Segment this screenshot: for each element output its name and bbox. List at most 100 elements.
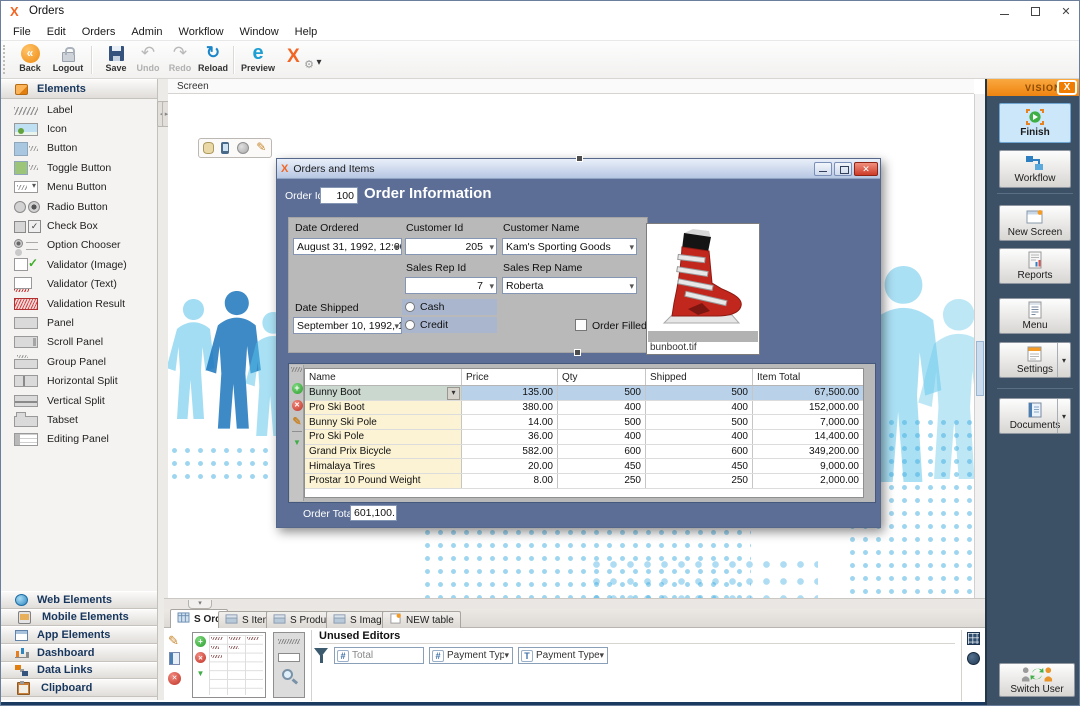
table-view-icon[interactable] xyxy=(967,632,980,645)
delete-row-icon[interactable] xyxy=(292,400,303,411)
move-down-icon[interactable] xyxy=(292,437,303,448)
palette-item-button[interactable]: Button xyxy=(1,139,157,158)
palette-item-label[interactable]: Label xyxy=(1,100,157,119)
switch-user-button[interactable]: Switch User xyxy=(999,663,1075,697)
grid-row[interactable]: Bunny Ski Pole14.005005007,000.00 xyxy=(305,415,863,430)
palette-section-app-elements[interactable]: App Elements xyxy=(1,626,157,644)
grid-row[interactable]: Pro Ski Boot380.00400400152,000.00 xyxy=(305,401,863,416)
pencil-icon[interactable] xyxy=(256,142,267,154)
collapse-panel-icon[interactable] xyxy=(188,600,212,609)
product-image-panel[interactable]: bunboot.tif xyxy=(646,223,760,355)
resize-handle[interactable] xyxy=(574,349,581,356)
credit-radio[interactable]: Credit xyxy=(402,317,497,333)
grid-row[interactable]: Himalaya Tires20.004504509,000.00 xyxy=(305,459,863,474)
dropdown-arrow-icon[interactable] xyxy=(1057,343,1070,377)
palette-item-radio-button[interactable]: Radio Button xyxy=(1,197,157,216)
dialog-close-button[interactable] xyxy=(854,162,878,176)
vision-button-new-screen[interactable]: New Screen xyxy=(999,205,1071,241)
bottom-splitter[interactable] xyxy=(164,598,985,609)
customer-name-combo[interactable]: Kam's Sporting Goods xyxy=(502,238,637,255)
palette-item-horizontal-split[interactable]: Horizontal Split xyxy=(1,371,157,390)
web-view-icon[interactable] xyxy=(967,652,980,665)
unused-editor-payment-type-id[interactable]: #Payment Type Id xyxy=(429,647,513,664)
palette-section-dashboard[interactable]: Dashboard xyxy=(1,644,157,662)
sales-rep-id-combo[interactable]: 7 xyxy=(405,277,497,294)
edit-row-icon[interactable] xyxy=(292,417,303,428)
menu-orders[interactable]: Orders xyxy=(74,26,124,38)
palette-item-option-chooser[interactable]: Option Chooser xyxy=(1,236,157,255)
grid-row[interactable]: Prostar 10 Pound Weight8.002502502,000.0… xyxy=(305,474,863,489)
palette-section-web-elements[interactable]: Web Elements xyxy=(1,591,157,609)
customer-id-combo[interactable]: 205 xyxy=(405,238,497,255)
cash-radio[interactable]: Cash xyxy=(402,299,497,315)
grid-row[interactable]: Pro Ski Pole36.0040040014,400.00 xyxy=(305,430,863,445)
vision-button-workflow[interactable]: Workflow xyxy=(999,150,1071,188)
minimize-button[interactable] xyxy=(989,1,1019,23)
back-button[interactable]: Back xyxy=(11,43,49,73)
vision-header[interactable]: VISION X xyxy=(987,79,1080,96)
canvas-vertical-scrollbar[interactable] xyxy=(974,94,985,598)
table-preview-widget[interactable] xyxy=(192,632,266,698)
palette-item-menu-button[interactable]: Menu Button xyxy=(1,178,157,197)
menu-workflow[interactable]: Workflow xyxy=(171,26,232,38)
palette-item-panel[interactable]: Panel xyxy=(1,313,157,332)
palette-item-editing-panel[interactable]: Editing Panel xyxy=(1,430,157,449)
palette-header-elements[interactable]: Elements xyxy=(1,79,157,99)
order-filled-checkbox[interactable] xyxy=(575,319,587,331)
vision-button-documents[interactable]: Documents xyxy=(999,398,1071,434)
dialog-maximize-button[interactable] xyxy=(834,162,852,176)
date-shipped-combo[interactable]: September 10, 1992, 1 xyxy=(293,317,402,334)
menu-edit[interactable]: Edit xyxy=(39,26,74,38)
screen-tab-bar[interactable]: Screen xyxy=(168,79,974,94)
date-ordered-combo[interactable]: August 31, 1992, 12:00 xyxy=(293,238,402,255)
palette-item-vertical-split[interactable]: Vertical Split xyxy=(1,391,157,410)
vision-button-settings[interactable]: Settings xyxy=(999,342,1071,378)
delete-icon[interactable] xyxy=(195,652,206,663)
remove-icon[interactable] xyxy=(168,672,181,685)
menu-admin[interactable]: Admin xyxy=(123,26,170,38)
close-button[interactable] xyxy=(1051,1,1080,23)
insert-icon[interactable] xyxy=(195,668,206,679)
notebook-icon[interactable] xyxy=(169,652,180,665)
globe-icon[interactable] xyxy=(237,142,249,154)
menu-help[interactable]: Help xyxy=(287,26,326,38)
order-total-input[interactable]: 601,100. xyxy=(350,505,397,521)
order-id-input[interactable]: 100 xyxy=(320,187,358,204)
vision-button-reports[interactable]: Reports xyxy=(999,248,1071,284)
maximize-button[interactable] xyxy=(1020,1,1050,23)
grid-row[interactable]: Grand Prix Bicycle582.00600600349,200.00 xyxy=(305,445,863,460)
reload-button[interactable]: Reload xyxy=(194,43,232,73)
preview-button[interactable]: Preview xyxy=(239,43,277,73)
vision-button-finish[interactable]: Finish xyxy=(999,103,1071,143)
palette-item-validator-text[interactable]: Validator (Text) xyxy=(1,275,157,294)
tab-new-table[interactable]: NEW table xyxy=(382,611,461,628)
palette-item-icon[interactable]: Icon xyxy=(1,119,157,138)
menu-file[interactable]: File xyxy=(5,26,39,38)
add-row-icon[interactable] xyxy=(292,383,303,394)
sales-rep-name-combo[interactable]: Roberta xyxy=(502,277,637,294)
palette-item-validator-image[interactable]: Validator (Image) xyxy=(1,255,157,274)
palette-item-group-panel[interactable]: Group Panel xyxy=(1,352,157,371)
palette-section-data-links[interactable]: Data Links xyxy=(1,662,157,680)
palette-item-toggle-button[interactable]: Toggle Button xyxy=(1,158,157,177)
add-icon[interactable] xyxy=(195,636,206,647)
dropdown-arrow-icon[interactable] xyxy=(1057,399,1070,433)
unused-editor-total[interactable]: #Total xyxy=(334,647,424,664)
palette-section-clipboard[interactable]: Clipboard xyxy=(1,679,157,697)
brand-dropdown-button[interactable] xyxy=(311,52,327,72)
phone-icon[interactable] xyxy=(221,142,229,154)
palette-section-mobile-elements[interactable]: Mobile Elements xyxy=(1,609,157,627)
edit-icon[interactable] xyxy=(168,632,182,646)
vision-button-menu[interactable]: Menu xyxy=(999,298,1071,334)
database-icon[interactable] xyxy=(203,142,214,154)
logout-button[interactable]: Logout xyxy=(49,43,87,73)
editor-preview-widget[interactable] xyxy=(273,632,305,698)
palette-item-validation-result[interactable]: Validation Result xyxy=(1,294,157,313)
resize-handle[interactable] xyxy=(576,155,583,162)
menu-window[interactable]: Window xyxy=(232,26,287,38)
filter-funnel-icon[interactable] xyxy=(314,648,328,664)
unused-editor-payment-type[interactable]: TPayment Type xyxy=(518,647,608,664)
palette-item-check-box[interactable]: Check Box xyxy=(1,216,157,235)
palette-item-scroll-panel[interactable]: Scroll Panel xyxy=(1,333,157,352)
grid-row[interactable]: Bunny Boot135.0050050067,500.00 xyxy=(305,386,863,401)
